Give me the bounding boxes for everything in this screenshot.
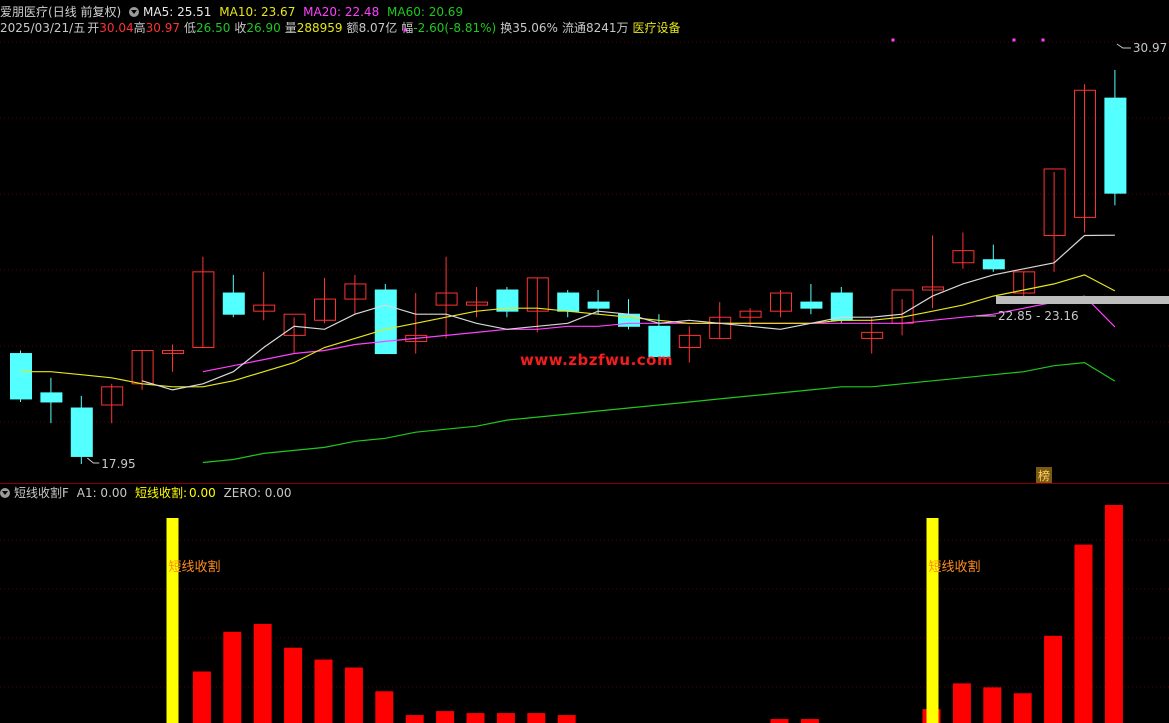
indicator-bar [253, 623, 272, 723]
indicator-bar [496, 713, 515, 723]
candle-body [1104, 97, 1127, 194]
signal-dot [1041, 38, 1045, 42]
candle-body [830, 292, 853, 321]
high-mark: 30.97 [1133, 41, 1167, 55]
indicator-bars: 短线收割 短线收割 [166, 505, 1123, 723]
candlestick-series [10, 70, 1127, 464]
candle-body [557, 292, 580, 312]
moving-average-lines [20, 234, 1116, 464]
indicator-bar [314, 659, 333, 723]
indicator-bar [375, 691, 394, 723]
indicator-bar [1104, 505, 1123, 723]
signal-dot [1012, 38, 1016, 42]
candle-body [222, 292, 245, 315]
signal-label: 短线收割 [929, 559, 981, 575]
indicator-bar [1013, 693, 1032, 723]
indicator-bar [952, 683, 971, 723]
signal-label: 短线收割 [169, 559, 221, 575]
range-mark: 22.85 - 23.16 [998, 309, 1079, 323]
watermark: www.zbzfwu.com [520, 351, 674, 369]
low-pointer [86, 457, 100, 464]
indicator-bar [344, 667, 363, 723]
candle-body [587, 301, 610, 309]
ma60-line [202, 361, 1116, 464]
low-mark: 17.95 [101, 457, 135, 471]
indicator-bar [1074, 544, 1093, 723]
signal-dot [403, 28, 407, 32]
indicator-bar [800, 719, 819, 723]
candle-body [40, 392, 63, 403]
candle-body [10, 353, 32, 400]
indicator-bar [466, 713, 485, 723]
indicator-bar [405, 715, 424, 723]
indicator-bar [284, 647, 303, 723]
indicator-bar [223, 631, 242, 723]
candle-body [982, 259, 1005, 270]
chart-annotations: 30.97 17.95 22.85 - 23.16 榜 [86, 28, 1169, 483]
candle-body [374, 289, 397, 355]
signal-dot [891, 38, 895, 42]
indicator-bar [770, 719, 789, 723]
indicator-bar [983, 687, 1002, 723]
price-band [996, 296, 1169, 304]
indicator-bar [192, 671, 211, 723]
indicator-bar [527, 713, 546, 723]
candle-body [70, 407, 93, 457]
candle-body [800, 301, 823, 309]
badge-text: 榜 [1038, 468, 1050, 483]
high-pointer [1116, 43, 1131, 49]
indicator-bar [557, 715, 576, 723]
indicator-bar [436, 711, 455, 723]
signal-bar [926, 518, 939, 723]
indicator-bar [1044, 635, 1063, 723]
signal-bar [166, 518, 179, 723]
